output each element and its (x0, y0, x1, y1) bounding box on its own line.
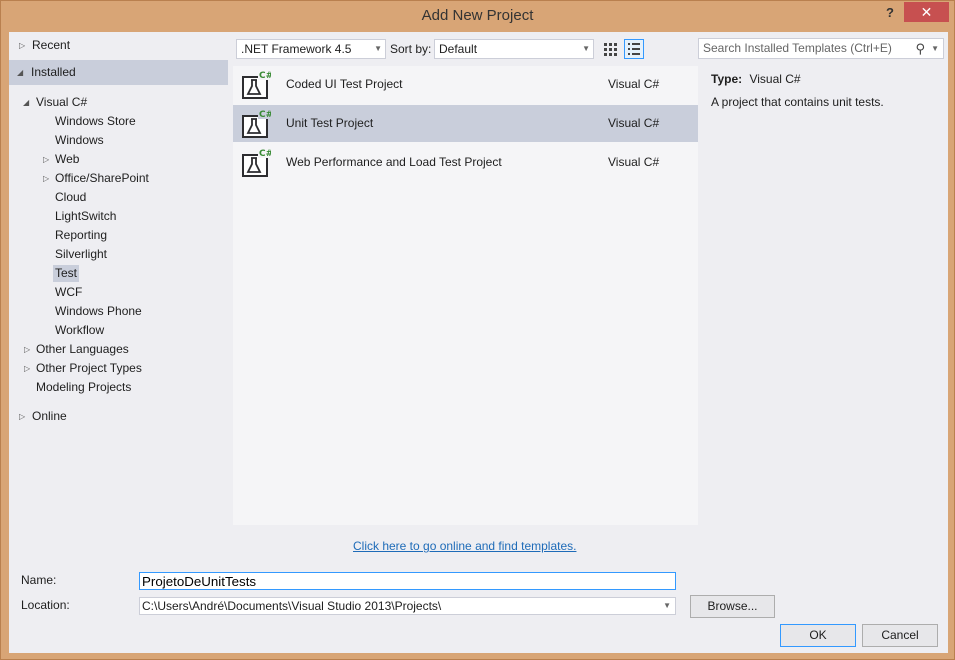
title-bar: Add New Project ? ✕ (1, 1, 954, 32)
tree-item-recent[interactable]: Recent (32, 36, 70, 55)
small-icons-view-button[interactable] (624, 39, 644, 59)
tree-item-workflow[interactable]: Workflow (55, 321, 104, 340)
grid-view-icon (604, 43, 617, 56)
template-item-web-performance-load-test[interactable]: C# Web Performance and Load Test Project… (233, 144, 698, 181)
svg-text:C#: C# (259, 149, 271, 159)
add-new-project-dialog: Add New Project ? ✕ ▷ Recent ◢ Installed… (0, 0, 955, 660)
tree-item-other-languages[interactable]: Other Languages (36, 340, 129, 359)
info-type: Type: Visual C# (711, 72, 801, 86)
search-icon[interactable]: ⚲ (915, 39, 925, 58)
tree-item-modeling-projects[interactable]: Modeling Projects (36, 378, 131, 397)
test-project-csharp-icon: C# (242, 147, 271, 177)
tree-item-lightswitch[interactable]: LightSwitch (55, 207, 116, 226)
type-label: Type: (711, 72, 743, 86)
chevron-down-icon: ▼ (374, 44, 382, 53)
tree-item-silverlight[interactable]: Silverlight (55, 245, 107, 264)
template-name: Web Performance and Load Test Project (286, 155, 502, 169)
browse-button[interactable]: Browse... (690, 595, 775, 618)
test-project-csharp-icon: C# (242, 108, 271, 138)
project-name-field[interactable] (139, 572, 676, 590)
framework-value: .NET Framework 4.5 (241, 42, 352, 56)
info-description: A project that contains unit tests. (711, 95, 884, 109)
framework-select[interactable]: .NET Framework 4.5 ▼ (236, 39, 386, 59)
list-view-icon (628, 43, 640, 55)
dialog-title: Add New Project (421, 7, 534, 24)
cancel-button[interactable]: Cancel (862, 624, 938, 647)
template-language: Visual C# (608, 77, 660, 91)
tree-item-windows-store[interactable]: Windows Store (55, 112, 136, 131)
chevron-down-icon[interactable]: ▼ (931, 39, 939, 58)
name-label: Name: (21, 573, 57, 587)
tree-item-online[interactable]: Online (32, 407, 67, 426)
template-language: Visual C# (608, 116, 660, 130)
expand-arrow-icon[interactable]: ▷ (19, 412, 25, 421)
template-item-unit-test[interactable]: C# Unit Test Project Visual C# (233, 105, 698, 142)
sort-by-label: Sort by: (390, 42, 432, 56)
tree-item-windows[interactable]: Windows (55, 131, 104, 150)
ok-button[interactable]: OK (780, 624, 856, 647)
expand-arrow-icon[interactable]: ▷ (43, 174, 49, 183)
tree-item-other-project-types[interactable]: Other Project Types (36, 359, 142, 378)
template-tree: ▷ Recent ◢ Installed ◢ Visual C# Windows… (9, 32, 231, 567)
tree-item-office-sharepoint[interactable]: Office/SharePoint (55, 169, 149, 188)
location-field[interactable]: C:\Users\André\Documents\Visual Studio 2… (139, 597, 676, 615)
online-templates-link[interactable]: Click here to go online and find templat… (353, 539, 576, 553)
sort-select[interactable]: Default ▼ (434, 39, 594, 59)
collapse-arrow-icon[interactable]: ◢ (23, 98, 29, 107)
help-button[interactable]: ? (883, 5, 897, 21)
expand-arrow-icon[interactable]: ▷ (19, 41, 25, 50)
template-name: Coded UI Test Project (286, 77, 403, 91)
tree-item-reporting[interactable]: Reporting (55, 226, 107, 245)
tree-item-visual-csharp[interactable]: Visual C# (36, 93, 87, 112)
tree-item-windows-phone[interactable]: Windows Phone (55, 302, 142, 321)
expand-arrow-icon[interactable]: ▷ (24, 345, 30, 354)
sort-value: Default (439, 42, 478, 56)
template-item-coded-ui-test[interactable]: C# Coded UI Test Project Visual C# (233, 66, 698, 103)
close-button[interactable]: ✕ (904, 2, 949, 22)
template-language: Visual C# (608, 155, 660, 169)
svg-text:C#: C# (259, 71, 271, 81)
medium-icons-view-button[interactable] (600, 39, 620, 59)
test-project-csharp-icon: C# (242, 69, 271, 99)
chevron-down-icon: ▼ (582, 44, 590, 53)
tree-item-web[interactable]: Web (55, 150, 79, 169)
search-placeholder: Search Installed Templates (Ctrl+E) (703, 41, 892, 55)
collapse-arrow-icon[interactable]: ◢ (17, 68, 23, 77)
tree-item-test[interactable]: Test (55, 264, 77, 283)
template-list: C# Coded UI Test Project Visual C# C# Un… (233, 66, 698, 525)
expand-arrow-icon[interactable]: ▷ (24, 364, 30, 373)
search-installed-templates-input[interactable]: Search Installed Templates (Ctrl+E) ⚲ ▼ (698, 38, 944, 59)
type-value: Visual C# (749, 72, 801, 86)
location-label: Location: (21, 598, 70, 612)
expand-arrow-icon[interactable]: ▷ (43, 155, 49, 164)
dialog-client: ▷ Recent ◢ Installed ◢ Visual C# Windows… (9, 32, 948, 653)
template-name: Unit Test Project (286, 116, 374, 130)
chevron-down-icon[interactable]: ▼ (663, 598, 671, 614)
tree-item-installed[interactable]: Installed (31, 63, 76, 82)
tree-item-wcf[interactable]: WCF (55, 283, 82, 302)
svg-text:C#: C# (259, 110, 271, 120)
tree-item-cloud[interactable]: Cloud (55, 188, 86, 207)
location-value: C:\Users\André\Documents\Visual Studio 2… (142, 599, 442, 613)
